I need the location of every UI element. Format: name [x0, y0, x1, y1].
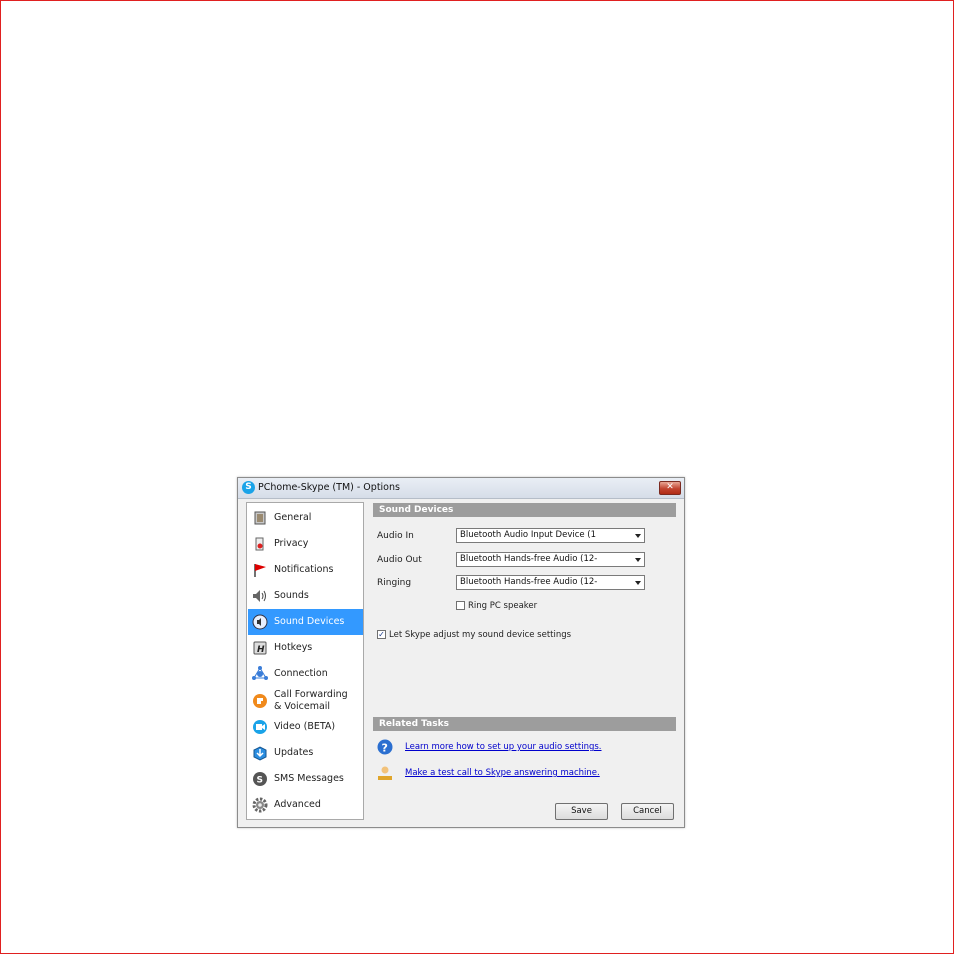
audio-out-value: Bluetooth Hands-free Audio (12- [460, 554, 598, 564]
ringing-value: Bluetooth Hands-free Audio (12- [460, 577, 598, 587]
general-icon [252, 510, 268, 526]
sidebar-item-updates[interactable]: Updates [248, 740, 363, 766]
svg-text:H: H [257, 645, 265, 655]
chevron-down-icon [635, 581, 641, 585]
audio-out-label: Audio Out [377, 555, 422, 565]
options-sidebar: General Privacy Notifications Sounds Sou… [246, 502, 364, 820]
sidebar-item-label: Notifications [274, 564, 334, 575]
window-title: PChome-Skype (TM) - Options [258, 482, 400, 493]
video-icon [252, 719, 268, 735]
test-call-user-icon [377, 765, 393, 781]
sidebar-item-notifications[interactable]: Notifications [248, 557, 363, 583]
test-call-link[interactable]: Make a test call to Skype answering mach… [405, 768, 600, 778]
auto-adjust-checkbox[interactable]: ✓ [377, 630, 386, 639]
ring-pc-speaker-label: Ring PC speaker [468, 601, 538, 611]
save-button[interactable]: Save [555, 803, 608, 820]
ringing-dropdown[interactable]: Bluetooth Hands-free Audio (12- [456, 575, 645, 590]
sounds-speaker-icon [252, 588, 268, 604]
sidebar-item-connection[interactable]: Connection [248, 661, 363, 687]
sidebar-item-privacy[interactable]: Privacy [248, 531, 363, 557]
sound-devices-icon [252, 614, 268, 630]
hotkeys-icon: H [252, 640, 268, 656]
sidebar-item-call-forwarding[interactable]: Call Forwarding & Voicemail [248, 687, 363, 715]
sidebar-item-text: Call Forwarding & Voicemail [274, 689, 348, 713]
sidebar-item-general[interactable]: General [248, 505, 363, 531]
close-button[interactable]: ✕ [659, 481, 681, 495]
ringing-label: Ringing [377, 578, 412, 588]
notifications-flag-icon [252, 562, 268, 578]
sound-devices-header: Sound Devices [373, 503, 676, 517]
sidebar-item-sound-devices[interactable]: Sound Devices [248, 609, 363, 635]
svg-text:S: S [257, 776, 263, 786]
sidebar-item-label: Hotkeys [274, 642, 313, 653]
sidebar-item-label-line2: & Voicemail [274, 701, 331, 712]
chevron-down-icon [635, 558, 641, 562]
sms-icon: S [252, 771, 268, 787]
sidebar-item-label: Privacy [274, 538, 309, 549]
privacy-icon [252, 536, 268, 552]
audio-in-dropdown[interactable]: Bluetooth Audio Input Device (1 [456, 528, 645, 543]
sidebar-item-label: Sound Devices [274, 616, 345, 627]
sidebar-item-video[interactable]: Video (BETA) [248, 714, 363, 740]
connection-icon [252, 666, 268, 682]
related-tasks-header: Related Tasks [373, 717, 676, 731]
sidebar-item-label: Advanced [274, 799, 321, 810]
updates-icon [252, 745, 268, 761]
audio-out-dropdown[interactable]: Bluetooth Hands-free Audio (12- [456, 552, 645, 567]
sidebar-item-label: Call Forwarding [274, 689, 348, 700]
auto-adjust-label: Let Skype adjust my sound device setting… [389, 630, 572, 640]
title-bar[interactable]: S PChome-Skype (TM) - Options ✕ [238, 478, 684, 499]
help-question-icon: ? [377, 739, 393, 755]
audio-in-label: Audio In [377, 531, 414, 541]
sidebar-item-advanced[interactable]: Advanced [248, 792, 363, 818]
sidebar-item-label: Video (BETA) [274, 721, 336, 732]
sidebar-item-sounds[interactable]: Sounds [248, 583, 363, 609]
sidebar-item-label: General [274, 512, 312, 523]
sidebar-item-label: Connection [274, 668, 328, 679]
chevron-down-icon [635, 534, 641, 538]
sidebar-item-hotkeys[interactable]: H Hotkeys [248, 635, 363, 661]
skype-logo-icon: S [242, 481, 255, 494]
options-window: S PChome-Skype (TM) - Options ✕ General … [237, 477, 685, 828]
learn-audio-settings-link[interactable]: Learn more how to set up your audio sett… [405, 742, 602, 752]
sidebar-item-label: Sounds [274, 590, 309, 601]
sidebar-item-label: Updates [274, 747, 314, 758]
audio-in-value: Bluetooth Audio Input Device (1 [460, 530, 597, 540]
sidebar-item-label: SMS Messages [274, 773, 344, 784]
cancel-button[interactable]: Cancel [621, 803, 674, 820]
advanced-gear-icon [252, 797, 268, 813]
ring-pc-speaker-checkbox[interactable] [456, 601, 465, 610]
call-forwarding-icon [252, 693, 268, 709]
svg-text:?: ? [382, 742, 388, 755]
sidebar-item-sms[interactable]: S SMS Messages [248, 766, 363, 792]
